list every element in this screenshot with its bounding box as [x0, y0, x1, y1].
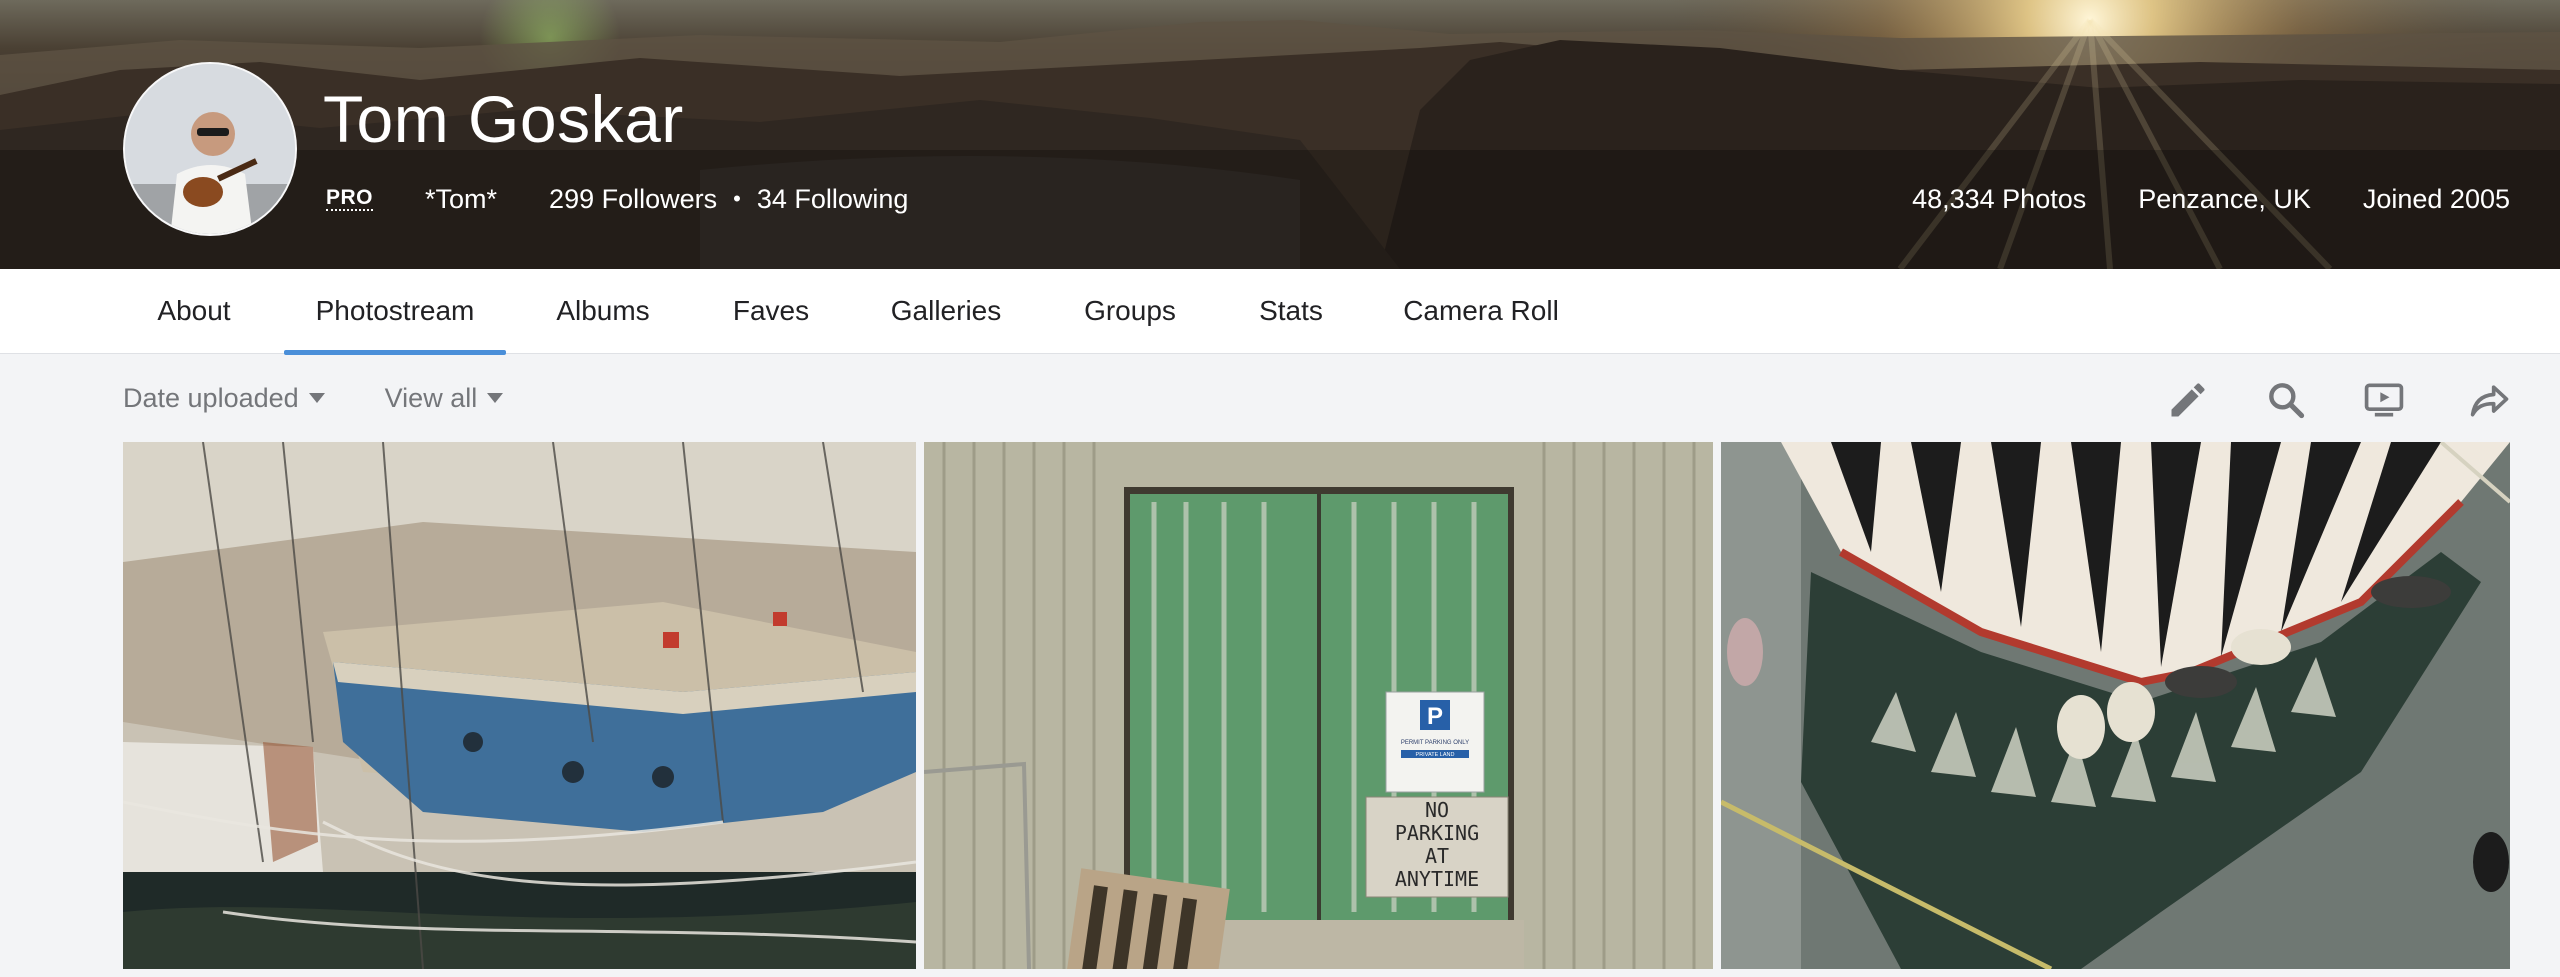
photo-tile-barn-door[interactable]: P PERMIT PARKING ONLY PRIVATE LAND NO PA…	[924, 442, 1713, 969]
caret-down-icon	[487, 393, 504, 403]
avatar[interactable]	[123, 62, 297, 236]
tab-albums[interactable]: Albums	[543, 269, 663, 354]
profile-stats: 48,334 Photos Penzance, UK Joined 2005	[1912, 182, 2510, 216]
sort-dropdown[interactable]: Date uploaded	[123, 383, 325, 414]
svg-text:PERMIT PARKING ONLY: PERMIT PARKING ONLY	[1401, 740, 1469, 746]
parking-sign: P PERMIT PARKING ONLY PRIVATE LAND	[1385, 691, 1485, 793]
sort-dropdown-label: Date uploaded	[123, 382, 299, 413]
slideshow-icon[interactable]	[2362, 378, 2406, 422]
tab-faves[interactable]: Faves	[724, 269, 818, 354]
meta-separator: •	[733, 186, 741, 211]
pencil-icon[interactable]	[2166, 378, 2210, 422]
view-dropdown[interactable]: View all	[385, 383, 504, 414]
search-icon[interactable]	[2264, 378, 2308, 422]
profile-meta: PRO *Tom* 299 Followers • 34 Following	[326, 182, 908, 216]
svg-text:PARKING: PARKING	[1395, 821, 1479, 845]
profile-tab-bar: About Photostream Albums Faves Galleries…	[0, 269, 2560, 355]
svg-text:AT: AT	[1425, 844, 1449, 868]
pro-badge[interactable]: PRO	[326, 186, 374, 212]
tab-stats[interactable]: Stats	[1250, 269, 1332, 354]
location: Penzance, UK	[2138, 183, 2311, 214]
no-parking-board: NO PARKING AT ANYTIME	[1365, 796, 1509, 898]
photostream-toolbar: Date uploaded View all	[123, 378, 504, 418]
view-dropdown-label: View all	[384, 382, 478, 413]
svg-text:PRIVATE LAND: PRIVATE LAND	[1416, 752, 1455, 758]
tab-photostream[interactable]: Photostream	[284, 269, 506, 355]
profile-name: Tom Goskar	[323, 82, 684, 156]
photo-boat-bow-image	[1721, 442, 2510, 969]
avatar-photo-image	[125, 64, 295, 234]
real-name: *Tom*	[425, 183, 498, 214]
photo-tile-boat-bow[interactable]	[1721, 442, 2510, 969]
svg-text:P: P	[1427, 703, 1443, 730]
tab-about[interactable]: About	[140, 269, 248, 354]
following-link[interactable]: 34 Following	[757, 184, 909, 215]
followers-link[interactable]: 299 Followers	[549, 184, 717, 215]
tab-galleries[interactable]: Galleries	[881, 269, 1011, 354]
photo-tile-boats[interactable]	[123, 442, 916, 969]
photo-barn-door-image: P PERMIT PARKING ONLY PRIVATE LAND NO PA…	[924, 442, 1713, 969]
tab-groups[interactable]: Groups	[1075, 269, 1185, 354]
photo-boats-image	[123, 442, 916, 969]
tab-camera-roll[interactable]: Camera Roll	[1396, 269, 1566, 354]
caret-down-icon	[308, 393, 325, 403]
joined-date: Joined 2005	[2362, 183, 2510, 214]
svg-text:ANYTIME: ANYTIME	[1395, 867, 1479, 891]
photo-count: 48,334 Photos	[1912, 183, 2087, 214]
share-icon[interactable]	[2468, 378, 2512, 422]
svg-text:NO: NO	[1425, 798, 1449, 822]
profile-cover: Tom Goskar PRO *Tom* 299 Followers • 34 …	[0, 0, 2560, 269]
